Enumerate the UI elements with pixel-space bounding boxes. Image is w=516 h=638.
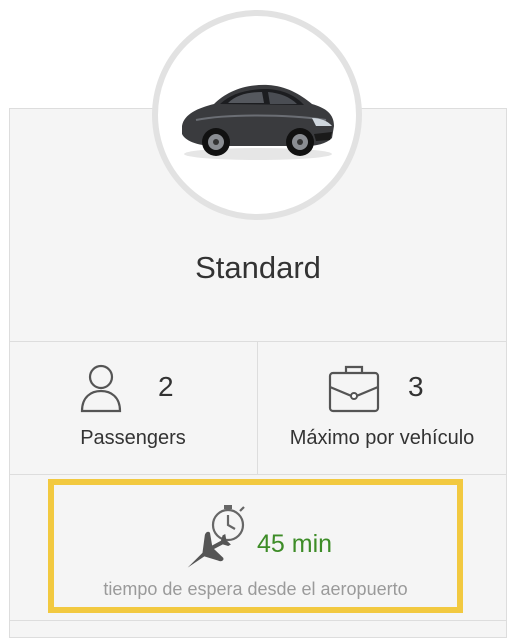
wait-time-label: tiempo de espera desde el aeropuerto	[103, 579, 408, 599]
luggage-count: 3	[408, 371, 424, 402]
car-image	[152, 10, 362, 220]
wait-time-highlight: 45 min tiempo de espera desde el aeropue…	[48, 479, 463, 613]
luggage-label: Máximo por vehículo	[289, 427, 475, 449]
luggage-stat: 3 Máximo por vehículo	[258, 341, 506, 474]
person-icon	[79, 363, 123, 418]
vehicle-name: Standard	[195, 250, 321, 285]
briefcase-icon	[328, 363, 380, 418]
passengers-stat: 2 Passengers	[9, 341, 257, 474]
passengers-label: Passengers	[80, 427, 186, 449]
divider	[9, 474, 507, 475]
car-icon	[182, 84, 334, 160]
passengers-count: 2	[158, 371, 174, 402]
divider	[9, 620, 507, 621]
wait-time-value: 45 min	[257, 530, 333, 558]
airplane-timer-icon	[174, 501, 254, 576]
